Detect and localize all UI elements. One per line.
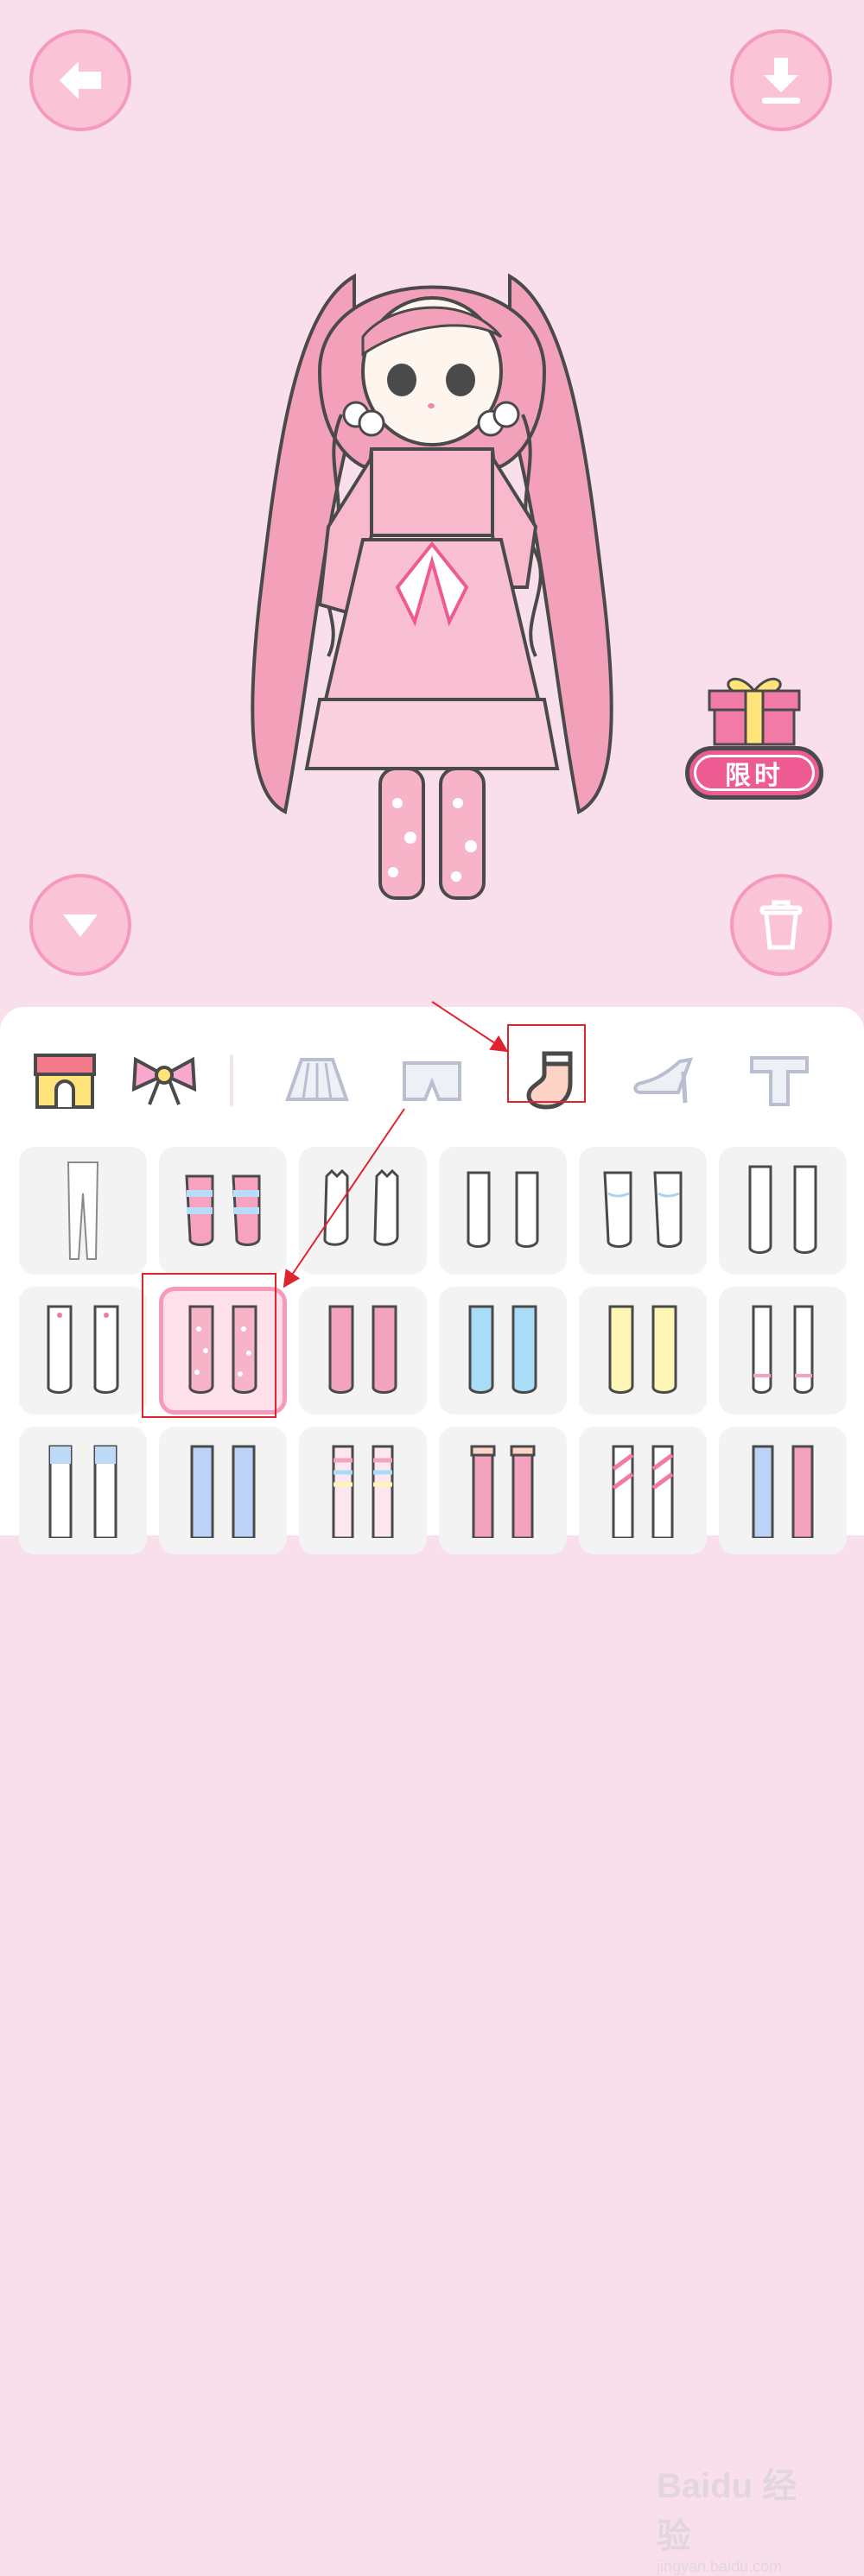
tab-bow[interactable]: [125, 1041, 203, 1119]
watermark-main: Baidu 经验: [657, 2467, 797, 2555]
character-avatar: [251, 273, 613, 900]
item-white-knee-socks[interactable]: [439, 1147, 567, 1275]
blue-socks-icon: [468, 1305, 537, 1394]
tab-tshirt[interactable]: [740, 1041, 818, 1119]
back-button[interactable]: [29, 29, 131, 131]
annotation-highlight-item: [142, 1273, 276, 1418]
limited-gift-button[interactable]: 限时: [685, 674, 827, 803]
trash-button[interactable]: [730, 874, 832, 976]
bow-icon: [131, 1056, 197, 1105]
heart-socks-icon: [47, 1305, 119, 1394]
knee-socks-icon: [467, 1171, 539, 1248]
gift-icon: [708, 677, 801, 746]
gift-label: 限时: [694, 755, 815, 791]
blue-pink-socks-icon: [752, 1445, 814, 1538]
slouch-socks-icon: [603, 1171, 683, 1248]
collapse-button[interactable]: [29, 874, 131, 976]
pink-frill-icon: [470, 1445, 536, 1538]
skirt-icon: [285, 1058, 349, 1101]
trash-icon: [759, 900, 803, 950]
frill-socks-icon: [323, 1168, 399, 1246]
shorts-icon: [403, 1061, 461, 1101]
pink-socks-icon: [328, 1305, 397, 1394]
tab-skirt[interactable]: [278, 1041, 356, 1119]
tab-divider: [230, 1054, 233, 1106]
watermark: Baidu 经验 jingyan.baidu.com: [657, 2458, 829, 2575]
long-socks-icon: [748, 1165, 817, 1254]
blue-slouch-icon: [190, 1445, 256, 1538]
high-heel-icon: [633, 1057, 694, 1104]
item-white-tights[interactable]: [19, 1147, 147, 1275]
item-white-lace-socks[interactable]: [719, 1287, 847, 1415]
download-button[interactable]: [730, 29, 832, 131]
download-icon: [762, 58, 800, 104]
tshirt-icon: [750, 1056, 809, 1106]
wardrobe-panel: Baidu 经验 jingyan.baidu.com: [0, 1007, 864, 2575]
yellow-socks-icon: [608, 1305, 677, 1394]
leg-warmers-icon: [48, 1445, 118, 1538]
tab-shorts[interactable]: [393, 1041, 471, 1119]
item-white-heart-socks[interactable]: [19, 1287, 147, 1415]
striped-socks-icon: [185, 1174, 261, 1246]
annotation-highlight-tab: [507, 1024, 586, 1103]
shop-icon: [34, 1054, 96, 1109]
lace-socks-icon: [752, 1305, 814, 1394]
item-white-frill-socks[interactable]: [299, 1147, 427, 1275]
arrow-left-icon: [60, 61, 101, 99]
rainbow-socks-icon: [332, 1445, 394, 1538]
diagonal-stripe-icon: [612, 1445, 674, 1538]
item-pink-blue-stripe-socks[interactable]: [159, 1147, 287, 1275]
tab-heels[interactable]: [624, 1041, 702, 1119]
tab-shop[interactable]: [26, 1041, 104, 1119]
watermark-sub: jingyan.baidu.com: [657, 2558, 783, 2575]
item-blue-knee-socks[interactable]: [439, 1287, 567, 1415]
tights-icon: [67, 1161, 99, 1260]
item-yellow-knee-socks[interactable]: [579, 1287, 707, 1415]
item-pink-knee-socks[interactable]: [299, 1287, 427, 1415]
item-white-long-socks[interactable]: [719, 1147, 847, 1275]
gift-badge: 限时: [685, 746, 823, 800]
item-white-slouch-socks[interactable]: [579, 1147, 707, 1275]
triangle-down-icon: [63, 915, 98, 937]
